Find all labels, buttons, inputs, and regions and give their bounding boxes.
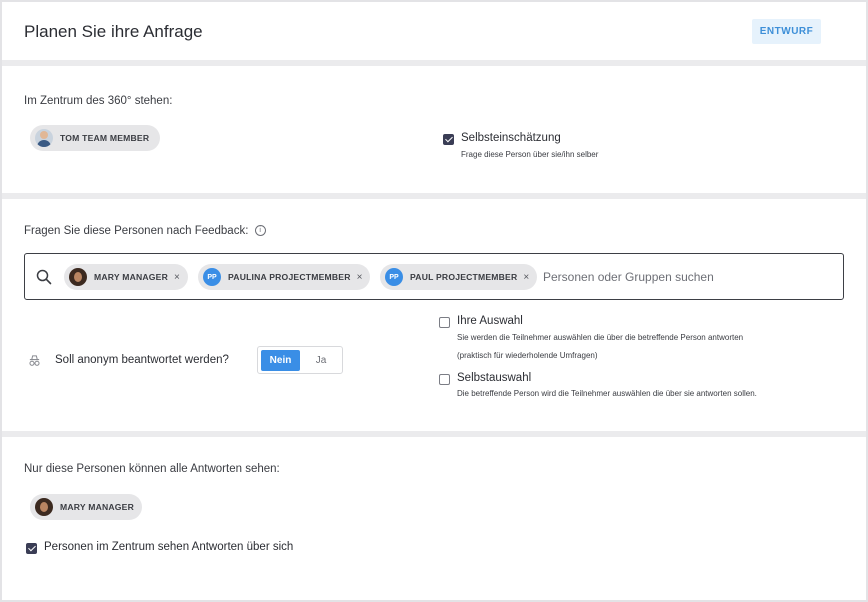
center-person-name: TOM TEAM MEMBER [60, 133, 150, 143]
feedback-section-label: Fragen Sie diese Personen nach Feedback:… [24, 225, 266, 237]
center-sees-answers-label: Personen im Zentrum sehen Antworten über… [44, 541, 294, 553]
visibility-section: Nur diese Personen können alle Antworten… [2, 437, 866, 600]
center-section: Im Zentrum des 360° stehen: TOM TEAM MEM… [2, 66, 866, 193]
self-selection-title: Selbstauswahl [457, 372, 532, 384]
own-selection-description: Sie werden die Teilnehmer auswählen die … [457, 333, 744, 342]
search-input[interactable] [543, 267, 833, 287]
recipient-chip-name: PAUL PROJECTMEMBER [410, 272, 518, 282]
recipient-chip[interactable]: PP PAULINA PROJECTMEMBER × [198, 264, 371, 290]
self-assessment-description: Frage diese Person über sie/ihn selber [461, 150, 599, 159]
feedback-section: Fragen Sie diese Personen nach Feedback:… [2, 199, 866, 431]
toggle-option-ja[interactable]: Ja [306, 350, 336, 371]
own-selection-description-2: (praktisch für wiederholende Umfragen) [457, 351, 598, 360]
page-title: Planen Sie ihre Anfrage [24, 22, 203, 41]
recipient-search-box[interactable]: MARY MANAGER × PP PAULINA PROJECTMEMBER … [24, 253, 844, 300]
self-assessment-title: Selbsteinschätzung [461, 132, 561, 144]
remove-chip-icon[interactable]: × [357, 272, 363, 283]
center-section-label: Im Zentrum des 360° stehen: [24, 95, 173, 107]
remove-chip-icon[interactable]: × [174, 272, 180, 283]
app-frame: Planen Sie ihre Anfrage ENTWURF Im Zentr… [2, 2, 866, 600]
person-avatar [69, 268, 87, 286]
recipient-chip-name: PAULINA PROJECTMEMBER [228, 272, 351, 282]
person-avatar [35, 129, 53, 147]
toggle-option-nein[interactable]: Nein [261, 350, 300, 371]
center-sees-answers-checkbox[interactable] [26, 543, 37, 554]
initials-avatar: PP [385, 268, 403, 286]
person-avatar [35, 498, 53, 516]
header-card: Planen Sie ihre Anfrage ENTWURF [2, 2, 866, 60]
status-badge: ENTWURF [752, 19, 821, 44]
feedback-label-text: Fragen Sie diese Personen nach Feedback: [24, 225, 249, 237]
anonymous-label: Soll anonym beantwortet werden? [55, 354, 229, 366]
self-selection-checkbox[interactable] [439, 374, 450, 385]
info-icon[interactable]: i [254, 225, 266, 237]
initials-avatar: PP [203, 268, 221, 286]
search-icon [36, 269, 52, 285]
remove-chip-icon[interactable]: × [523, 272, 529, 283]
own-selection-title: Ihre Auswahl [457, 315, 523, 327]
anonymous-toggle: Nein Ja [257, 346, 343, 374]
center-person-chip[interactable]: TOM TEAM MEMBER [30, 125, 160, 151]
self-assessment-checkbox[interactable] [443, 134, 454, 145]
incognito-icon [29, 355, 40, 366]
recipient-chip[interactable]: MARY MANAGER × [64, 264, 188, 290]
recipient-chip[interactable]: PP PAUL PROJECTMEMBER × [380, 264, 538, 290]
recipient-chip-name: MARY MANAGER [94, 272, 169, 282]
self-selection-description: Die betreffende Person wird die Teilnehm… [457, 389, 757, 398]
visibility-section-label: Nur diese Personen können alle Antworten… [24, 463, 280, 475]
visibility-person-chip[interactable]: MARY MANAGER [30, 494, 142, 520]
visibility-person-name: MARY MANAGER [60, 502, 135, 512]
own-selection-checkbox[interactable] [439, 317, 450, 328]
